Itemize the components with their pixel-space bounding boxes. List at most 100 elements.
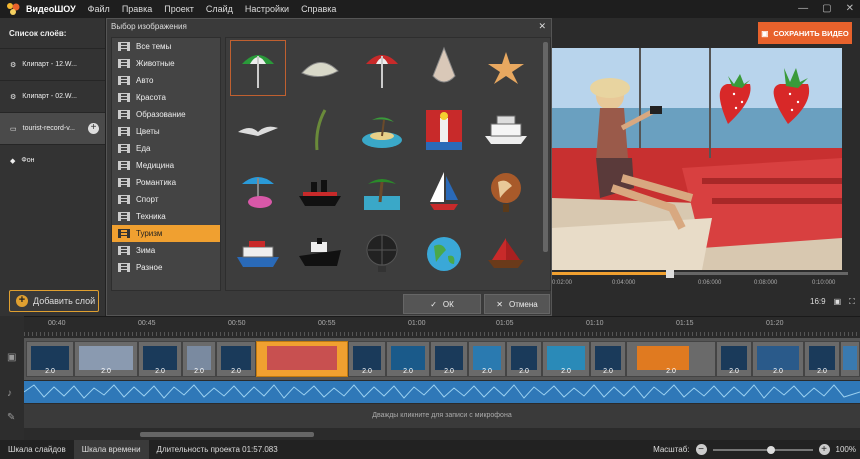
slide-clip[interactable]: 2.0 <box>182 341 216 377</box>
timeline-ruler[interactable]: 00:40 00:45 00:50 00:55 01:00 01:05 01:1… <box>24 316 860 338</box>
clipart-ferry[interactable] <box>230 226 286 282</box>
slide-clip[interactable]: 2.0 <box>138 341 182 377</box>
zoom-slider[interactable] <box>712 445 813 454</box>
clipart-tropical[interactable] <box>354 164 410 220</box>
category-item[interactable]: Зима <box>112 242 220 259</box>
menu-settings[interactable]: Настройки <box>245 4 289 14</box>
clipart-viking-ship[interactable] <box>478 226 534 282</box>
clip-duration: 2.0 <box>45 368 55 375</box>
category-item[interactable]: Образование <box>112 106 220 123</box>
minimize-icon[interactable]: — <box>798 3 808 14</box>
seek-bar[interactable]: 0:02:00 0:04:000 0:06:000 0:08:000 0:10:… <box>552 270 848 292</box>
clipart-partial[interactable] <box>230 286 286 290</box>
audio-waveform-track[interactable] <box>24 381 860 403</box>
clipart-umbrella-red[interactable] <box>354 40 410 96</box>
slide-clip[interactable]: 2.0 <box>430 341 468 377</box>
clipart-beach-umbrella[interactable] <box>230 164 286 220</box>
aspect-ratio[interactable]: 16:9 <box>810 297 826 307</box>
menu-slide[interactable]: Слайд <box>206 4 233 14</box>
slide-clip[interactable]: 2.0 <box>468 341 506 377</box>
slide-clip[interactable]: 2.0 <box>26 341 74 377</box>
cancel-button[interactable]: ✕ Отмена <box>484 294 550 314</box>
mic-record-track[interactable]: Дважды кликните для записи с микрофона <box>24 404 860 428</box>
clipart-cruise-ship[interactable] <box>478 102 534 158</box>
slide-clip[interactable]: 2.0 <box>348 341 386 377</box>
film-icon <box>118 178 130 187</box>
sailboat-icon <box>430 172 458 210</box>
menu-edit[interactable]: Правка <box>122 4 152 14</box>
clipart-island[interactable] <box>354 102 410 158</box>
clipart-globe-brown[interactable] <box>478 164 534 220</box>
category-item[interactable]: Медицина <box>112 157 220 174</box>
slide-clip[interactable]: 2.0 <box>716 341 752 377</box>
category-item[interactable]: Все темы <box>112 38 220 55</box>
slide-clip[interactable]: 2.0 <box>506 341 542 377</box>
maximize-icon[interactable]: ▢ <box>822 3 831 14</box>
close-icon[interactable]: ✕ <box>538 21 546 32</box>
clipart-shell[interactable] <box>292 40 348 96</box>
layer-item-clipart-02[interactable]: ⚙ Клипарт - 02.W... <box>0 80 105 112</box>
slide-clip[interactable]: 2.0 <box>74 341 138 377</box>
clip-duration: 2.0 <box>155 368 165 375</box>
clipart-steamship[interactable] <box>292 164 348 220</box>
clipart-globe-dark[interactable] <box>354 226 410 282</box>
clipart-umbrella-green[interactable] <box>230 40 286 96</box>
layer-item-video[interactable]: ▭ tourist-record-v... + <box>0 112 105 144</box>
category-item[interactable]: Романтика <box>112 174 220 191</box>
save-label: СОХРАНИТЬ ВИДЕО <box>773 28 849 38</box>
slide-clip[interactable]: 2.0 <box>752 341 804 377</box>
category-item[interactable]: Еда <box>112 140 220 157</box>
clipart-seagull[interactable] <box>230 102 286 158</box>
category-item[interactable]: Разное <box>112 259 220 276</box>
tab-slide-scale[interactable]: Шкала слайдов <box>0 440 74 459</box>
close-window-icon[interactable]: ✕ <box>846 3 854 14</box>
film-icon <box>118 127 130 136</box>
ok-button[interactable]: ✓ ОК <box>403 294 481 314</box>
clipart-conch[interactable] <box>416 40 472 96</box>
clipart-sailboat[interactable] <box>416 164 472 220</box>
menu-project[interactable]: Проект <box>164 4 194 14</box>
layer-label: Клипарт - 02.W... <box>22 93 77 100</box>
category-item[interactable]: Животные <box>112 55 220 72</box>
category-item[interactable]: Спорт <box>112 191 220 208</box>
slide-clip-selected[interactable] <box>256 341 348 377</box>
zoom-in-icon[interactable]: + <box>818 444 830 455</box>
snapshot-icon[interactable]: ▣ <box>834 297 842 307</box>
category-item-selected[interactable]: Туризм <box>112 225 220 242</box>
clipart-lighthouse[interactable] <box>416 102 472 158</box>
ruler-tick: 00:40 <box>48 320 66 327</box>
category-item[interactable]: Цветы <box>112 123 220 140</box>
timeline-scrollbar[interactable] <box>140 432 314 437</box>
category-item[interactable]: Красота <box>112 89 220 106</box>
category-item[interactable]: Авто <box>112 72 220 89</box>
slide-clip[interactable] <box>840 341 860 377</box>
add-sublayer-icon[interactable]: + <box>88 123 99 134</box>
slide-clip[interactable]: 2.0 <box>386 341 430 377</box>
add-layer-button[interactable]: + Добавить слой <box>9 290 99 312</box>
clipart-partial[interactable] <box>416 286 472 290</box>
slide-clip[interactable]: 2.0 <box>542 341 590 377</box>
seek-handle[interactable] <box>666 270 674 278</box>
clipart-palm-leaf[interactable] <box>292 102 348 158</box>
slide-clip[interactable]: 2.0 <box>804 341 840 377</box>
slide-clip[interactable]: 2.0 <box>626 341 716 377</box>
gear-icon: ⚙ <box>10 93 17 101</box>
menu-file[interactable]: Файл <box>88 4 110 14</box>
zoom-out-icon[interactable]: − <box>695 444 707 455</box>
save-video-button[interactable]: ▣ СОХРАНИТЬ ВИДЕО <box>758 22 852 44</box>
layer-item-background[interactable]: ◆ Фон <box>0 144 105 176</box>
clip-duration: 2.0 <box>666 368 676 375</box>
clipart-earth[interactable] <box>416 226 472 282</box>
layer-item-clipart-12[interactable]: ⚙ Клипарт - 12.W... <box>0 48 105 80</box>
clipart-starfish[interactable] <box>478 40 534 96</box>
video-icon: ▭ <box>10 125 17 133</box>
category-item[interactable]: Техника <box>112 208 220 225</box>
tab-timeline[interactable]: Шкала времени <box>73 440 149 459</box>
slide-clip[interactable]: 2.0 <box>590 341 626 377</box>
ruler-tick: 00:45 <box>138 320 156 327</box>
slide-clip[interactable]: 2.0 <box>216 341 256 377</box>
menu-help[interactable]: Справка <box>301 4 336 14</box>
fullscreen-icon[interactable]: ⛶ <box>849 297 855 307</box>
grid-scrollbar[interactable] <box>543 42 548 252</box>
clipart-liner[interactable] <box>292 226 348 282</box>
